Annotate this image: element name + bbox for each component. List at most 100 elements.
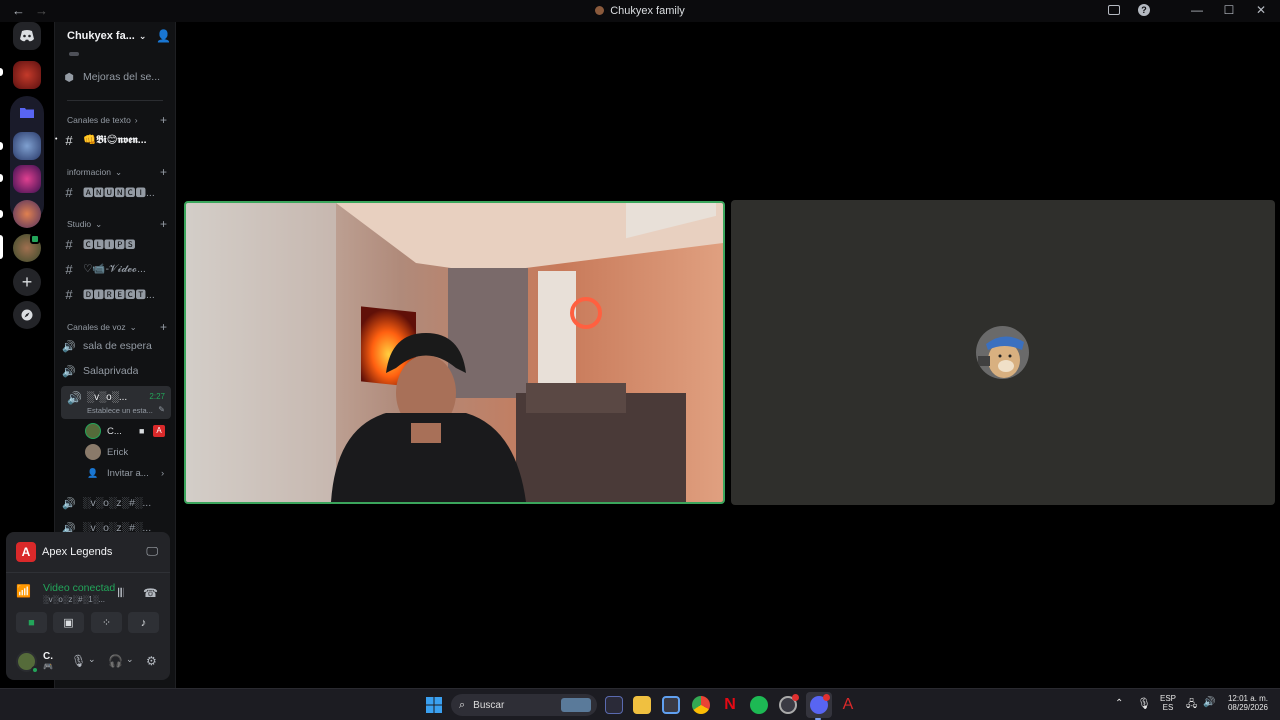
- server-boost-item[interactable]: ⬢ Mejoras del se...: [61, 66, 173, 88]
- microsoft-store-icon[interactable]: [662, 696, 680, 714]
- set-status-text[interactable]: Establece un esta...: [87, 406, 153, 415]
- screen-share-icon[interactable]: 🖵: [146, 544, 158, 559]
- chevron-down-icon: ⌄: [129, 322, 137, 332]
- search-highlight-image: [561, 698, 591, 712]
- channel-bienvenida[interactable]: # 👊𝕭𝖎😊𝖓𝖛𝖊𝖓...: [61, 129, 173, 151]
- windows-start-icon[interactable]: [426, 697, 442, 713]
- explore-button[interactable]: [13, 301, 41, 329]
- unread-indicator: [0, 68, 3, 76]
- add-server-button[interactable]: +: [13, 268, 41, 296]
- help-icon[interactable]: ?: [1138, 4, 1150, 16]
- channel-clips[interactable]: # 🅲🅻🅸🅿🆂: [61, 233, 173, 255]
- hashtag-icon: #: [65, 184, 73, 200]
- headphones-icon[interactable]: 🎧: [108, 654, 123, 668]
- maximize-button[interactable]: ☐: [1222, 3, 1236, 17]
- server-icon-1[interactable]: [13, 61, 41, 89]
- avatar: [85, 423, 101, 439]
- channel-videos[interactable]: # ♡📹-𝓥𝓲𝓭𝓮𝓸...: [61, 258, 173, 280]
- network-icon[interactable]: 🖧: [1186, 697, 1197, 714]
- minimize-button[interactable]: —: [1190, 3, 1204, 17]
- spotify-icon[interactable]: [750, 696, 768, 714]
- hashtag-icon: #: [65, 286, 73, 302]
- chevron-down-icon: ⌄: [138, 30, 147, 41]
- taskbar-search[interactable]: ⌕ Buscar: [451, 694, 597, 716]
- add-channel-icon[interactable]: +: [160, 320, 167, 334]
- add-channel-icon[interactable]: +: [160, 113, 167, 127]
- voice-channel-sala-de-espera[interactable]: 🔊 sala de espera: [61, 335, 173, 357]
- voice-activity-icon: [30, 234, 40, 244]
- server-header[interactable]: Chukyex fa... ⌄ 👤: [67, 29, 175, 43]
- boost-icon: ⬢: [64, 71, 74, 84]
- video-tile-avatar[interactable]: [731, 200, 1275, 505]
- file-explorer-icon[interactable]: [633, 696, 651, 714]
- divider: [6, 572, 170, 573]
- activities-button[interactable]: ⁘: [91, 612, 122, 633]
- settings-gear-icon[interactable]: ⚙: [146, 654, 157, 668]
- game-name: Apex Legends: [42, 546, 113, 558]
- voice-member[interactable]: C... ■ A: [85, 421, 167, 441]
- add-channel-icon[interactable]: +: [160, 217, 167, 231]
- user-panel: A Apex Legends 🖵 📶 Video conectad ░v░o░z…: [6, 532, 170, 680]
- signal-icon[interactable]: 📶: [16, 584, 34, 602]
- clock[interactable]: 12:01 a. m. 08/29/2026: [1222, 694, 1274, 712]
- category-informacion[interactable]: informacion ⌄ +: [67, 165, 175, 179]
- voice-channel-voz-1[interactable]: 🔊 ░v░o░z░#░...: [61, 492, 173, 514]
- camera-icon: ■: [28, 616, 35, 629]
- voice-timer: 2:27: [149, 392, 165, 401]
- soundboard-button[interactable]: ♪: [128, 612, 159, 633]
- share-screen-button[interactable]: ▣: [53, 612, 84, 633]
- video-tile-camera[interactable]: [184, 201, 725, 504]
- compass-icon: [21, 309, 33, 321]
- chevron-down-icon: ⌄: [95, 219, 103, 229]
- camera-button[interactable]: ■: [16, 612, 47, 633]
- channel-directo[interactable]: # 🅳🅸🆁🅴🅲🆃...: [61, 283, 173, 305]
- online-status-icon: [31, 666, 39, 674]
- server-icon-3[interactable]: [13, 165, 41, 193]
- folder-icon[interactable]: [13, 98, 41, 126]
- pencil-icon[interactable]: ✎: [158, 405, 165, 414]
- add-channel-icon[interactable]: +: [160, 165, 167, 179]
- hashtag-icon: #: [65, 236, 73, 252]
- volume-icon[interactable]: 🔊: [1203, 697, 1215, 708]
- chevron-down-icon[interactable]: ⌄: [88, 654, 96, 665]
- discord-home-button[interactable]: [13, 22, 41, 50]
- unread-dot: •: [55, 136, 58, 143]
- chevron-right-icon: ›: [161, 467, 165, 479]
- webcam-video: [186, 203, 723, 502]
- unread-indicator: [0, 210, 3, 218]
- voice-member[interactable]: Erick: [85, 442, 128, 462]
- category-voice-channels[interactable]: Canales de voz ⌄ +: [67, 320, 175, 334]
- microphone-tray-icon[interactable]: 🎙: [1137, 697, 1151, 710]
- category-text-channels[interactable]: Canales de texto › +: [67, 113, 175, 127]
- chevron-down-icon[interactable]: ⌄: [126, 654, 134, 665]
- server-icon-4[interactable]: [13, 200, 41, 228]
- invite-user-icon[interactable]: 👤: [156, 29, 171, 43]
- microphone-icon[interactable]: 🎙: [71, 654, 86, 668]
- chevron-up-icon[interactable]: ⌃: [1115, 698, 1123, 709]
- chevron-right-icon: ›: [134, 115, 138, 125]
- locked-speaker-icon: 🔊: [62, 365, 76, 378]
- channel-anuncios[interactable]: # 🅰🅽🆄🅽🅲🅸...: [61, 181, 173, 203]
- active-voice-channel[interactable]: 🔊 ░v░o░... 2:27 Establece un esta... ✎: [61, 386, 171, 419]
- netflix-icon[interactable]: N: [721, 696, 739, 714]
- user-avatar-dog: [976, 326, 1029, 379]
- screen-share-icon: ▣: [63, 617, 74, 629]
- language-indicator[interactable]: ESP ES: [1158, 694, 1178, 712]
- chrome-icon[interactable]: [692, 696, 710, 714]
- inbox-icon[interactable]: [1108, 5, 1120, 15]
- noise-suppression-icon[interactable]: 𝄃𝄃: [118, 586, 123, 601]
- server-name: Chukyex fa...: [67, 30, 135, 42]
- apex-legends-icon: A: [16, 542, 36, 562]
- scroll-hint: [69, 52, 79, 56]
- voice-channel-salaprivada[interactable]: 🔊 Salaprivada: [61, 360, 173, 382]
- disconnect-icon[interactable]: ☎: [143, 586, 158, 600]
- close-button[interactable]: ✕: [1254, 3, 1268, 17]
- davinci-resolve-icon[interactable]: [605, 696, 623, 714]
- search-icon: ⌕: [459, 698, 466, 711]
- hashtag-icon: #: [65, 261, 73, 277]
- server-icon-2[interactable]: [13, 132, 41, 160]
- unread-indicator: [0, 142, 3, 150]
- invite-to-voice[interactable]: 👤 Invitar a... ›: [85, 463, 167, 483]
- apex-legends-taskbar-icon[interactable]: A: [839, 696, 857, 714]
- category-studio[interactable]: Studio ⌄ +: [67, 217, 175, 231]
